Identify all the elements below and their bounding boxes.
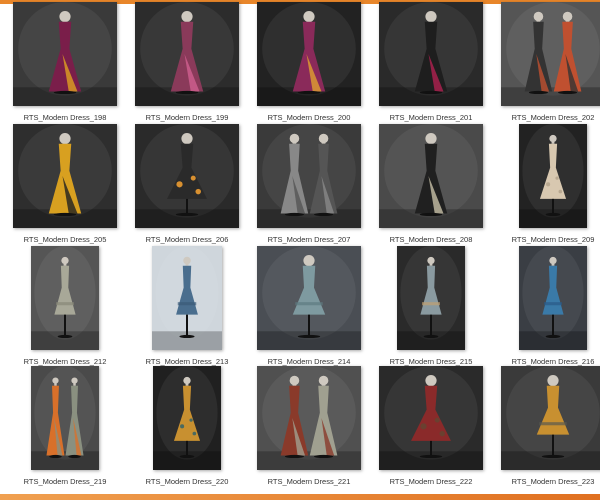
- dress-image-icon[interactable]: [379, 124, 483, 228]
- thumbnail-label[interactable]: RTS_Modern Dress_221: [248, 476, 370, 488]
- dress-image-icon[interactable]: [379, 366, 483, 470]
- thumbnail-item[interactable]: RTS_Modern Dress_208: [370, 124, 492, 246]
- thumbnail-label[interactable]: RTS_Modern Dress_209: [492, 234, 600, 246]
- thumbnail-item[interactable]: RTS_Modern Dress_213: [126, 246, 248, 368]
- dress-image-icon[interactable]: [135, 2, 239, 106]
- thumbnail-item[interactable]: RTS_Modern Dress_207: [248, 124, 370, 246]
- dress-image-icon[interactable]: [257, 366, 361, 470]
- dress-image-icon[interactable]: [13, 2, 117, 106]
- thumbnail-label[interactable]: RTS_Modern Dress_200: [248, 112, 370, 124]
- dress-image-icon[interactable]: [501, 2, 600, 106]
- thumbnail-item[interactable]: RTS_Modern Dress_214: [248, 246, 370, 368]
- thumbnail-label[interactable]: RTS_Modern Dress_205: [4, 234, 126, 246]
- dress-image-icon[interactable]: [519, 124, 587, 228]
- thumbnail-label[interactable]: RTS_Modern Dress_208: [370, 234, 492, 246]
- thumbnail-item[interactable]: RTS_Modern Dress_212: [4, 246, 126, 368]
- thumbnail-label[interactable]: RTS_Modern Dress_207: [248, 234, 370, 246]
- thumbnail-label[interactable]: RTS_Modern Dress_219: [4, 476, 126, 488]
- dress-image-icon[interactable]: [257, 246, 361, 350]
- thumbnail-item[interactable]: RTS_Modern Dress_201: [370, 2, 492, 124]
- thumbnail-item[interactable]: RTS_Modern Dress_216: [492, 246, 600, 368]
- thumbnail-label[interactable]: RTS_Modern Dress_202: [492, 112, 600, 124]
- thumbnail-item[interactable]: RTS_Modern Dress_205: [4, 124, 126, 246]
- dress-image-icon[interactable]: [519, 246, 587, 350]
- dress-image-icon[interactable]: [31, 366, 99, 470]
- dress-image-icon[interactable]: [152, 246, 222, 350]
- thumbnail-grid: RTS_Modern Dress_198 RTS_Modern Dress_199…: [0, 2, 600, 494]
- dress-image-icon[interactable]: [135, 124, 239, 228]
- thumbnail-label[interactable]: RTS_Modern Dress_220: [126, 476, 248, 488]
- thumbnail-item[interactable]: RTS_Modern Dress_199: [126, 2, 248, 124]
- thumbnail-item[interactable]: RTS_Modern Dress_200: [248, 2, 370, 124]
- dress-image-icon[interactable]: [501, 366, 600, 470]
- thumbnail-label[interactable]: RTS_Modern Dress_206: [126, 234, 248, 246]
- thumbnail-item[interactable]: RTS_Modern Dress_209: [492, 124, 600, 246]
- dress-image-icon[interactable]: [257, 2, 361, 106]
- dress-image-icon[interactable]: [31, 246, 99, 350]
- thumbnail-item[interactable]: RTS_Modern Dress_223: [492, 366, 600, 488]
- thumbnail-label[interactable]: RTS_Modern Dress_222: [370, 476, 492, 488]
- thumbnail-item[interactable]: RTS_Modern Dress_221: [248, 366, 370, 488]
- dress-image-icon[interactable]: [397, 246, 465, 350]
- thumbnail-item[interactable]: RTS_Modern Dress_215: [370, 246, 492, 368]
- thumbnail-item[interactable]: RTS_Modern Dress_206: [126, 124, 248, 246]
- dress-image-icon[interactable]: [379, 2, 483, 106]
- thumbnail-label[interactable]: RTS_Modern Dress_223: [492, 476, 600, 488]
- thumbnail-label[interactable]: RTS_Modern Dress_199: [126, 112, 248, 124]
- thumbnail-item[interactable]: RTS_Modern Dress_202: [492, 2, 600, 124]
- thumbnail-item[interactable]: RTS_Modern Dress_222: [370, 366, 492, 488]
- thumbnail-label[interactable]: RTS_Modern Dress_198: [4, 112, 126, 124]
- dress-image-icon[interactable]: [13, 124, 117, 228]
- thumbnail-item[interactable]: RTS_Modern Dress_198: [4, 2, 126, 124]
- thumbnail-item[interactable]: RTS_Modern Dress_219: [4, 366, 126, 488]
- dress-image-icon[interactable]: [153, 366, 221, 470]
- thumbnail-item[interactable]: RTS_Modern Dress_220: [126, 366, 248, 488]
- dress-image-icon[interactable]: [257, 124, 361, 228]
- thumbnail-label[interactable]: RTS_Modern Dress_201: [370, 112, 492, 124]
- bottom-accent-bar: [0, 494, 600, 500]
